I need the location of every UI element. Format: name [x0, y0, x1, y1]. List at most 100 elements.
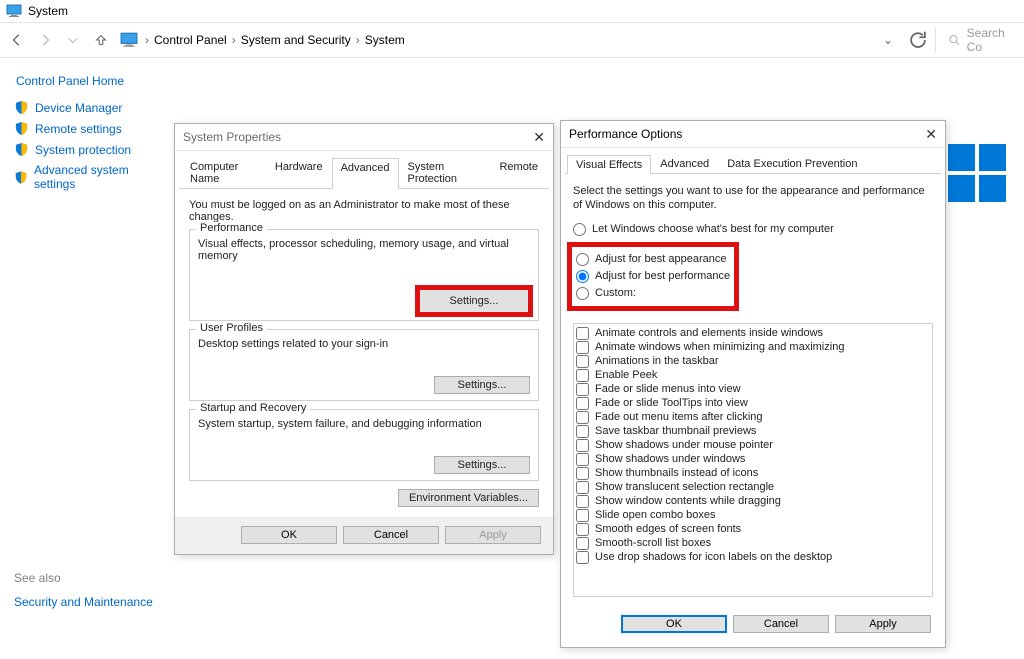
tab-advanced[interactable]: Advanced — [332, 158, 399, 189]
cancel-button[interactable]: Cancel — [733, 615, 829, 633]
search-input[interactable]: Search Co — [935, 27, 1018, 53]
checkbox-label: Show thumbnails instead of icons — [595, 467, 758, 479]
tab-data-execution-prevention[interactable]: Data Execution Prevention — [718, 154, 866, 173]
tab-strip: Computer NameHardwareAdvancedSystem Prot… — [179, 155, 549, 189]
checkbox-label: Show window contents while dragging — [595, 495, 781, 507]
visual-effect-option[interactable]: Animate controls and elements inside win… — [576, 327, 930, 340]
visual-effect-option[interactable]: Smooth-scroll list boxes — [576, 537, 930, 550]
tab-remote[interactable]: Remote — [490, 157, 547, 188]
breadcrumb-item[interactable]: System — [365, 33, 405, 47]
visual-effect-option[interactable]: Fade or slide ToolTips into view — [576, 397, 930, 410]
see-also-heading: See also — [14, 571, 164, 585]
visual-effect-option[interactable]: Save taskbar thumbnail previews — [576, 425, 930, 438]
radio-best-performance[interactable]: Adjust for best performance — [576, 270, 730, 283]
breadcrumb-item[interactable]: System and Security — [241, 33, 351, 47]
checkbox-label: Fade out menu items after clicking — [595, 411, 763, 423]
visual-effect-option[interactable]: Animations in the taskbar — [576, 355, 930, 368]
nav-bar: Control Panel System and Security System… — [0, 23, 1024, 58]
checkbox-label: Animate controls and elements inside win… — [595, 327, 823, 339]
sidebar-link-label: System protection — [35, 143, 131, 157]
dialog-title: Performance Options — [569, 127, 682, 141]
visual-effect-option[interactable]: Use drop shadows for icon labels on the … — [576, 551, 930, 564]
tab-hardware[interactable]: Hardware — [266, 157, 332, 188]
dialog-title: System Properties — [183, 130, 281, 144]
visual-effect-option[interactable]: Smooth edges of screen fonts — [576, 523, 930, 536]
radio-custom[interactable]: Custom: — [576, 287, 730, 300]
chevron-right-icon[interactable] — [229, 33, 239, 47]
environment-variables-button[interactable]: Environment Variables... — [398, 489, 539, 507]
visual-effect-option[interactable]: Enable Peek — [576, 369, 930, 382]
security-maintenance-link[interactable]: Security and Maintenance — [14, 595, 164, 609]
visual-effect-option[interactable]: Fade or slide menus into view — [576, 383, 930, 396]
performance-settings-button[interactable]: Settings... — [418, 288, 530, 314]
ok-button[interactable]: OK — [241, 526, 337, 544]
tab-advanced[interactable]: Advanced — [651, 154, 718, 173]
windows-logo-icon — [948, 144, 1006, 202]
sidebar-link-system-protection[interactable]: System protection — [14, 142, 164, 157]
address-expand-button[interactable]: ⌄ — [875, 33, 901, 47]
startup-recovery-group: Startup and Recovery System startup, sys… — [189, 409, 539, 481]
group-desc: System startup, system failure, and debu… — [198, 418, 530, 430]
search-placeholder: Search Co — [967, 26, 1018, 54]
control-panel-home-link[interactable]: Control Panel Home — [16, 74, 164, 88]
performance-group: Performance Visual effects, processor sc… — [189, 229, 539, 321]
checkbox-label: Show translucent selection rectangle — [595, 481, 774, 493]
intro-text: Select the settings you want to use for … — [573, 184, 933, 213]
group-title: Startup and Recovery — [196, 402, 310, 414]
visual-effect-option[interactable]: Show translucent selection rectangle — [576, 481, 930, 494]
radio-let-windows-choose[interactable]: Let Windows choose what's best for my co… — [573, 223, 933, 236]
radio-best-appearance[interactable]: Adjust for best appearance — [576, 253, 730, 266]
checkbox-label: Smooth edges of screen fonts — [595, 523, 741, 535]
group-desc: Visual effects, processor scheduling, me… — [198, 238, 530, 262]
admin-note: You must be logged on as an Administrato… — [189, 199, 539, 223]
chevron-right-icon[interactable] — [353, 33, 363, 47]
visual-effect-option[interactable]: Show shadows under mouse pointer — [576, 439, 930, 452]
sidebar: Control Panel Home Device Manager Remote … — [14, 72, 164, 609]
sidebar-link-device-manager[interactable]: Device Manager — [14, 100, 164, 115]
back-button[interactable] — [6, 29, 28, 51]
breadcrumb[interactable]: Control Panel System and Security System — [118, 31, 869, 49]
tab-visual-effects[interactable]: Visual Effects — [567, 155, 651, 174]
user-profiles-group: User Profiles Desktop settings related t… — [189, 329, 539, 401]
visual-effects-list[interactable]: Animate controls and elements inside win… — [573, 323, 933, 597]
title-bar: System — [0, 0, 1024, 23]
group-title: User Profiles — [196, 322, 267, 334]
radio-label: Adjust for best appearance — [595, 253, 726, 265]
user-profiles-settings-button[interactable]: Settings... — [434, 376, 530, 394]
visual-effect-option[interactable]: Show shadows under windows — [576, 453, 930, 466]
refresh-button[interactable] — [907, 29, 929, 51]
breadcrumb-item[interactable]: Control Panel — [154, 33, 227, 47]
up-button[interactable] — [90, 29, 112, 51]
checkbox-label: Animate windows when minimizing and maxi… — [595, 341, 844, 353]
tab-strip: Visual EffectsAdvancedData Execution Pre… — [565, 152, 941, 174]
checkbox-label: Save taskbar thumbnail previews — [595, 425, 756, 437]
startup-settings-button[interactable]: Settings... — [434, 456, 530, 474]
system-properties-dialog: System Properties ✕ Computer NameHardwar… — [174, 123, 554, 555]
visual-effect-option[interactable]: Animate windows when minimizing and maxi… — [576, 341, 930, 354]
sidebar-link-label: Device Manager — [35, 101, 122, 115]
visual-effect-option[interactable]: Fade out menu items after clicking — [576, 411, 930, 424]
chevron-right-icon[interactable] — [142, 33, 152, 47]
tab-system-protection[interactable]: System Protection — [399, 157, 491, 188]
checkbox-label: Slide open combo boxes — [595, 509, 715, 521]
visual-effect-option[interactable]: Slide open combo boxes — [576, 509, 930, 522]
close-button[interactable]: ✕ — [533, 129, 545, 146]
tab-computer-name[interactable]: Computer Name — [181, 157, 266, 188]
apply-button[interactable]: Apply — [835, 615, 931, 633]
close-button[interactable]: ✕ — [925, 126, 937, 143]
sidebar-link-label: Advanced system settings — [34, 163, 164, 191]
recent-locations-button[interactable] — [62, 29, 84, 51]
apply-button[interactable]: Apply — [445, 526, 541, 544]
sidebar-link-remote-settings[interactable]: Remote settings — [14, 121, 164, 136]
cancel-button[interactable]: Cancel — [343, 526, 439, 544]
visual-effect-option[interactable]: Show thumbnails instead of icons — [576, 467, 930, 480]
ok-button[interactable]: OK — [621, 615, 727, 633]
forward-button[interactable] — [34, 29, 56, 51]
visual-effect-option[interactable]: Show window contents while dragging — [576, 495, 930, 508]
checkbox-label: Fade or slide ToolTips into view — [595, 397, 748, 409]
system-icon — [120, 31, 138, 49]
checkbox-label: Use drop shadows for icon labels on the … — [595, 551, 832, 563]
sidebar-link-advanced-system-settings[interactable]: Advanced system settings — [14, 163, 164, 191]
checkbox-label: Animations in the taskbar — [595, 355, 719, 367]
performance-options-dialog: Performance Options ✕ Visual EffectsAdva… — [560, 120, 946, 648]
